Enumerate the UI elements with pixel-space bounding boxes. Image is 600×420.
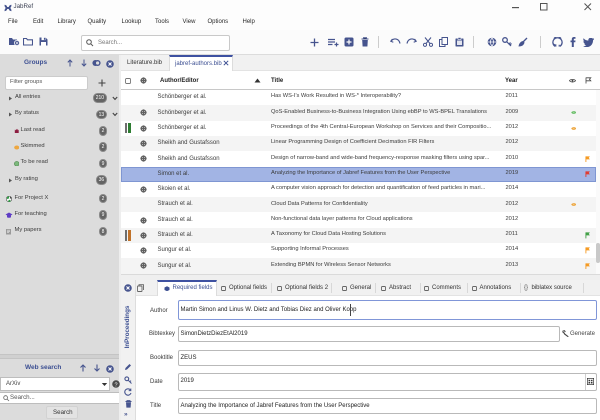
- svg-text:?: ?: [114, 382, 117, 388]
